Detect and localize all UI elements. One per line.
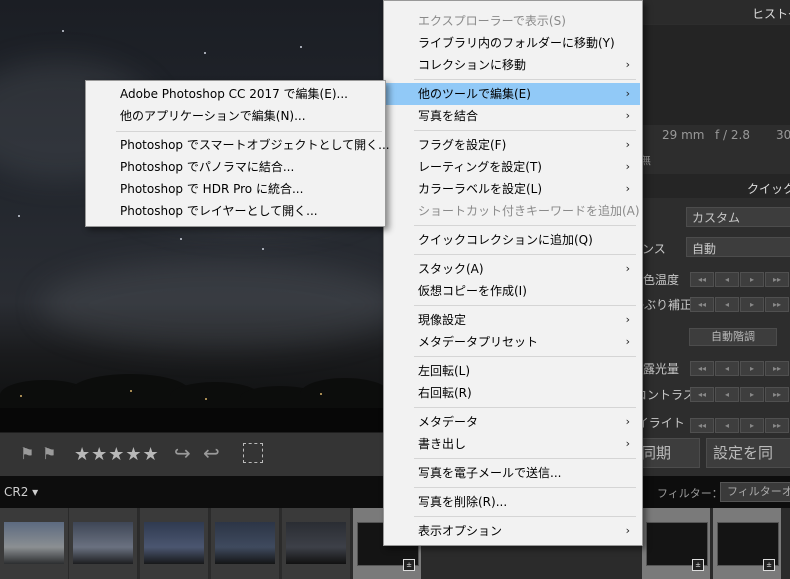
chevron-right-icon: › bbox=[625, 87, 630, 100]
menu-item-export[interactable]: 書き出し › bbox=[385, 433, 640, 455]
histogram-title[interactable]: ヒストグ bbox=[752, 5, 790, 22]
menu-item-remove-photo[interactable]: 写真を削除(R)... bbox=[385, 491, 640, 513]
reset-button[interactable]: 設定を同 bbox=[706, 438, 790, 468]
menu-item-set-flag[interactable]: フラグを設定(F) › bbox=[385, 134, 640, 156]
exif-aperture: f / 2.8 bbox=[715, 128, 750, 142]
exif-focal: 29 mm bbox=[662, 128, 705, 142]
menu-item-show-in-explorer[interactable]: エクスプローラーで表示(S) bbox=[385, 10, 640, 32]
auto-tone-button[interactable]: 自動階調 bbox=[689, 328, 777, 346]
reset-label: 設定を同 bbox=[713, 444, 774, 462]
filmstrip-thumb[interactable] bbox=[140, 508, 209, 579]
chevron-right-icon: › bbox=[625, 58, 630, 71]
preset-value: カスタム bbox=[692, 211, 741, 225]
exposure-label: 露光量 bbox=[643, 362, 680, 376]
auto-tone-label: 自動階調 bbox=[711, 330, 755, 343]
submenu-item-edit-in-photoshop[interactable]: Adobe Photoshop CC 2017 で編集(E)... bbox=[87, 83, 383, 105]
menu-item-add-to-quick-collection[interactable]: クイックコレクションに追加(Q) bbox=[385, 229, 640, 251]
chevron-right-icon: › bbox=[625, 313, 630, 326]
edit-badge-icon: ± bbox=[403, 559, 415, 571]
menu-item-metadata[interactable]: メタデータ › bbox=[385, 411, 640, 433]
chevron-right-icon: › bbox=[625, 138, 630, 151]
context-menu: エクスプローラーで表示(S) ライブラリ内のフォルダーに移動(Y) コレクション… bbox=[383, 0, 643, 546]
menu-item-create-virtual-copy[interactable]: 仮想コピーを作成(I) bbox=[385, 280, 640, 302]
filmstrip-thumb[interactable] bbox=[0, 508, 69, 579]
submenu-item-open-as-smart-object[interactable]: Photoshop でスマートオブジェクトとして開く... bbox=[87, 134, 390, 156]
filmstrip-thumb[interactable]: ± bbox=[642, 508, 711, 579]
menu-item-set-color-label[interactable]: カラーラベルを設定(L) › bbox=[385, 178, 640, 200]
edit-badge-icon: ± bbox=[692, 559, 704, 571]
chevron-right-icon: › bbox=[625, 182, 630, 195]
filter-label: フィルター： bbox=[657, 487, 723, 500]
submenu-item-merge-to-hdr-pro[interactable]: Photoshop で HDR Pro に統合... bbox=[87, 178, 383, 200]
submenu-item-open-as-layers[interactable]: Photoshop でレイヤーとして開く... bbox=[87, 200, 383, 222]
chevron-right-icon: › bbox=[625, 335, 630, 348]
sync-label: 同期 bbox=[640, 444, 671, 462]
chevron-right-icon: › bbox=[625, 109, 630, 122]
submenu-item-edit-in-other-app[interactable]: 他のアプリケーションで編集(N)... bbox=[87, 105, 383, 127]
menu-item-email-photo[interactable]: 写真を電子メールで送信... bbox=[385, 462, 640, 484]
chevron-right-icon: › bbox=[625, 262, 630, 275]
filmstrip-thumb[interactable]: ± bbox=[713, 508, 782, 579]
edit-in-submenu: Adobe Photoshop CC 2017 で編集(E)... 他のアプリケ… bbox=[85, 80, 390, 227]
rotate-left-icon[interactable]: ↪ bbox=[174, 441, 191, 465]
submenu-item-merge-to-panorama[interactable]: Photoshop でパノラマに結合... bbox=[87, 156, 383, 178]
exif-shutter: 30 bbox=[776, 128, 790, 142]
menu-item-rotate-left[interactable]: 左回転(L) bbox=[385, 360, 640, 382]
temp-label: 色温度 bbox=[643, 273, 680, 287]
contrast-steppers[interactable]: ◂◂ ◂ ▸ ▸▸ bbox=[690, 387, 790, 402]
tint-steppers[interactable]: ◂◂ ◂ ▸ ▸▸ bbox=[690, 297, 790, 312]
chevron-right-icon: › bbox=[625, 415, 630, 428]
menu-item-metadata-presets[interactable]: メタデータプリセット › bbox=[385, 331, 640, 353]
menu-item-develop-settings[interactable]: 現像設定 › bbox=[385, 309, 640, 331]
filmstrip-thumb[interactable] bbox=[211, 508, 280, 579]
exposure-steppers[interactable]: ◂◂ ◂ ▸ ▸▸ bbox=[690, 361, 790, 376]
filmstrip-thumb[interactable] bbox=[282, 508, 351, 579]
filmstrip-thumb[interactable] bbox=[69, 508, 138, 579]
histogram-area bbox=[640, 25, 790, 125]
filter-select[interactable]: フィルターオフ bbox=[720, 482, 790, 502]
rotate-right-icon[interactable]: ↩ bbox=[203, 441, 220, 465]
menu-item-go-to-folder[interactable]: ライブラリ内のフォルダーに移動(Y) bbox=[385, 32, 640, 54]
reject-flag-icon[interactable]: ⚑ bbox=[42, 444, 56, 463]
edit-badge-icon: ± bbox=[763, 559, 775, 571]
menu-item-add-shortcut-keyword[interactable]: ショートカット付きキーワードを追加(A) bbox=[385, 200, 640, 222]
menu-item-rotate-right[interactable]: 右回転(R) bbox=[385, 382, 640, 404]
menu-item-go-to-collection[interactable]: コレクションに移動 › bbox=[385, 54, 640, 76]
filename-label[interactable]: CR2 ▾ bbox=[4, 485, 38, 499]
flag-icon[interactable]: ⚑ bbox=[20, 444, 34, 463]
highlights-steppers[interactable]: ◂◂ ◂ ▸ ▸▸ bbox=[690, 418, 790, 433]
quick-develop-title[interactable]: クイック現 bbox=[747, 180, 790, 197]
temp-steppers[interactable]: ◂◂ ◂ ▸ ▸▸ bbox=[690, 272, 790, 287]
chevron-right-icon: › bbox=[625, 160, 630, 173]
rating-stars[interactable]: ★★★★★ bbox=[74, 444, 160, 465]
menu-item-edit-in[interactable]: 他のツールで編集(E) › bbox=[385, 83, 640, 105]
wb-value: 自動 bbox=[692, 242, 717, 256]
menu-item-view-options[interactable]: 表示オプション › bbox=[385, 520, 640, 542]
chevron-right-icon: › bbox=[625, 437, 630, 450]
menu-item-photo-merge[interactable]: 写真を結合 › bbox=[385, 105, 640, 127]
crop-people-icon[interactable] bbox=[243, 443, 263, 463]
wb-label: ンス bbox=[642, 242, 666, 256]
menu-item-set-rating[interactable]: レーティングを設定(T) › bbox=[385, 156, 640, 178]
menu-item-stacking[interactable]: スタック(A) › bbox=[385, 258, 640, 280]
chevron-right-icon: › bbox=[625, 524, 630, 537]
